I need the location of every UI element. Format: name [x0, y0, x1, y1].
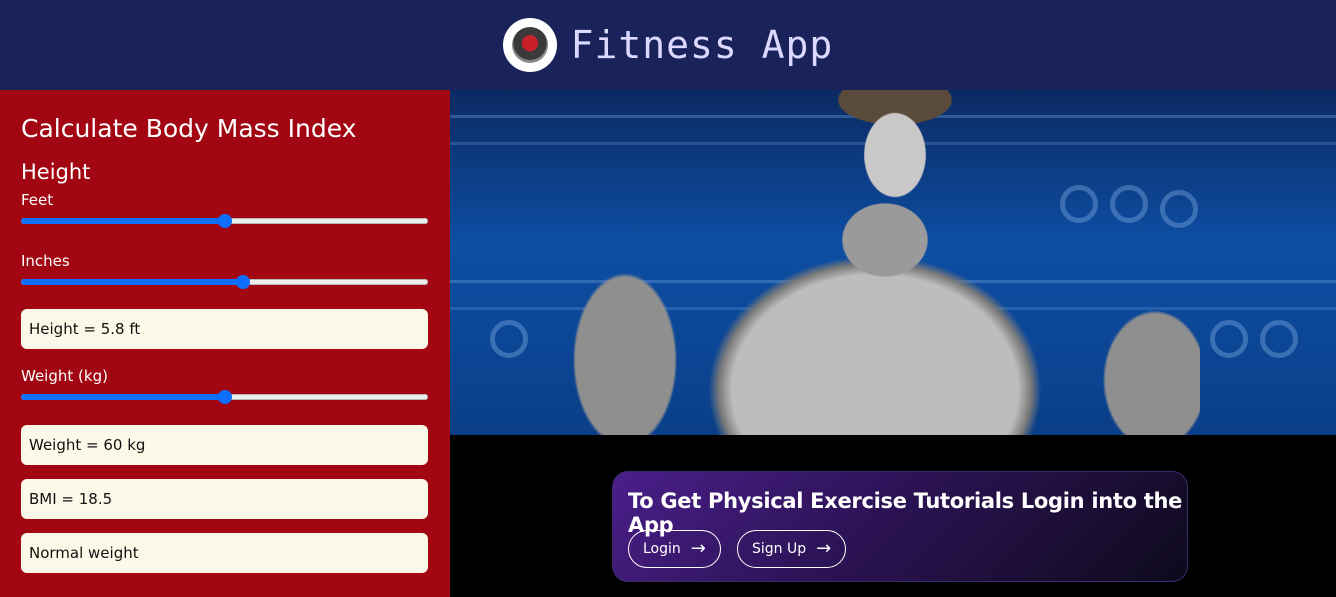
arrow-right-icon: →: [690, 538, 706, 559]
weight-result: Weight = 60 kg: [21, 425, 428, 465]
bmi-panel-title: Calculate Body Mass Index: [21, 114, 357, 143]
feet-slider-thumb[interactable]: [217, 214, 232, 228]
height-section-heading: Height: [21, 160, 91, 184]
login-prompt-text: To Get Physical Exercise Tutorials Login…: [628, 489, 1183, 537]
inches-label: Inches: [21, 252, 70, 270]
login-button[interactable]: Login →: [628, 530, 721, 568]
app-title: Fitness App: [570, 23, 834, 67]
feet-slider[interactable]: [21, 213, 428, 229]
signup-button-label: Sign Up: [752, 541, 807, 557]
bmi-calculator-panel: Calculate Body Mass Index Height Feet In…: [0, 90, 450, 597]
signup-button[interactable]: Sign Up →: [737, 530, 847, 568]
bodybuilder-figure: [555, 90, 1200, 435]
hero-bodybuilder-image: [450, 90, 1336, 435]
inches-slider[interactable]: [21, 274, 428, 290]
bmi-result: BMI = 18.5: [21, 479, 428, 519]
arrow-right-icon: →: [816, 538, 832, 559]
weight-label: Weight (kg): [21, 367, 108, 385]
weight-plate-decoration: [490, 320, 528, 358]
feet-label: Feet: [21, 191, 54, 209]
weight-slider[interactable]: [21, 389, 428, 405]
weight-plate-decoration: [1260, 320, 1298, 358]
weight-plate-decoration: [1210, 320, 1248, 358]
login-prompt-card: To Get Physical Exercise Tutorials Login…: [612, 471, 1188, 582]
gym-logo-icon: [502, 18, 557, 72]
weight-category-result: Normal weight: [21, 533, 428, 573]
weight-slider-thumb[interactable]: [217, 390, 232, 404]
inches-slider-thumb[interactable]: [235, 275, 250, 289]
login-button-label: Login: [643, 541, 681, 557]
app-header: Fitness App: [0, 0, 1336, 90]
height-result: Height = 5.8 ft: [21, 309, 428, 349]
